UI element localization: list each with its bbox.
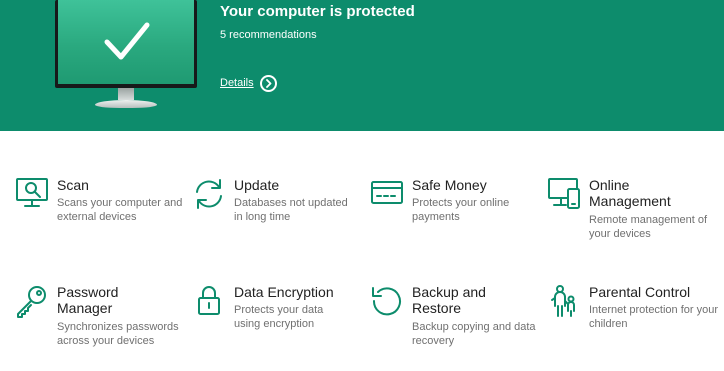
tile-description: Remote management of your devices — [589, 214, 708, 240]
monitor-stand — [118, 88, 134, 100]
tile-title: Data Encryption — [234, 284, 334, 300]
tile-title: Scan — [57, 177, 89, 193]
tile-title: Backup and Restore — [412, 284, 486, 316]
tile-description: Protects your data using encryption — [234, 304, 324, 330]
protection-status-title: Your computer is protected — [220, 3, 415, 20]
credit-card-icon — [371, 181, 403, 204]
details-link[interactable]: Details — [220, 72, 277, 94]
tile-online-management[interactable]: Online Management Remote management of y… — [547, 177, 719, 247]
tile-description: Backup copying and data recovery — [412, 321, 536, 347]
family-icon — [551, 285, 575, 317]
key-icon — [17, 286, 46, 318]
tile-data-encryption[interactable]: Data Encryption Protects your data using… — [192, 284, 364, 344]
checkmark-icon — [104, 22, 150, 60]
tile-title: Update — [234, 177, 280, 193]
tile-description: Protects your online payments — [412, 197, 510, 223]
tile-safe-money[interactable]: Safe Money Protects your online payments — [370, 177, 542, 237]
tile-description: Synchronizes passwords across your devic… — [57, 321, 179, 347]
tile-backup-restore[interactable]: Backup and Restore Backup copying and da… — [370, 284, 542, 354]
tile-title: Password Manager — [57, 284, 119, 316]
tile-description: Databases not updated in long time — [234, 197, 348, 223]
tile-title: Online Management — [589, 177, 671, 209]
tile-description: Scans your computer and external devices — [57, 197, 183, 223]
monitor-base — [95, 100, 157, 108]
status-banner: Your computer is protected 5 recommendat… — [0, 0, 724, 131]
tile-scan[interactable]: Scan Scans your computer and external de… — [15, 177, 187, 237]
tile-title: Safe Money — [412, 177, 487, 193]
tile-title: Parental Control — [589, 284, 691, 300]
tile-parental-control[interactable]: Parental Control Internet protection for… — [547, 284, 719, 344]
restore-arrow-icon — [372, 287, 401, 316]
tile-password-manager[interactable]: Password Manager Synchronizes passwords … — [15, 284, 187, 364]
devices-icon — [548, 178, 580, 209]
chevron-right-icon[interactable] — [259, 74, 277, 92]
tile-description: Internet protection for your children — [589, 304, 719, 330]
padlock-icon — [198, 286, 220, 315]
details-label[interactable]: Details — [220, 77, 254, 89]
scan-monitor-icon — [16, 178, 48, 207]
monitor-screen — [55, 0, 197, 88]
tile-update[interactable]: Update Databases not updated in long tim… — [192, 177, 364, 237]
refresh-icon — [196, 179, 222, 209]
monitor-illustration — [55, 0, 197, 112]
recommendations-count[interactable]: 5 recommendations — [220, 29, 317, 41]
